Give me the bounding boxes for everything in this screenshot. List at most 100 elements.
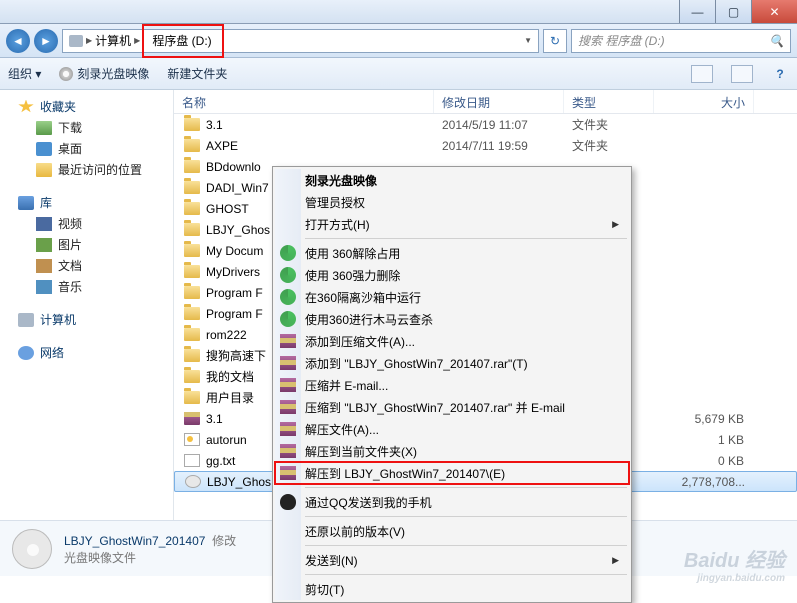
nav-computer[interactable]: 计算机 xyxy=(0,309,173,330)
preview-pane-button[interactable] xyxy=(731,65,753,83)
file-name: Program F xyxy=(206,307,263,321)
menu-item-icon xyxy=(275,378,301,392)
menu-item[interactable]: 管理员授权 xyxy=(275,191,629,213)
view-options-button[interactable] xyxy=(691,65,713,83)
nav-pictures[interactable]: 图片 xyxy=(0,234,173,255)
video-icon xyxy=(36,217,52,231)
disc-icon xyxy=(59,67,73,81)
nav-label: 音乐 xyxy=(58,278,82,295)
column-name[interactable]: 名称 xyxy=(174,90,434,113)
burn-image-button[interactable]: 刻录光盘映像 xyxy=(59,65,149,82)
file-icon xyxy=(184,265,200,278)
file-icon xyxy=(184,349,200,362)
menu-item-label: 解压文件(A)... xyxy=(301,421,629,438)
menu-item[interactable]: 发送到(N)▶ xyxy=(275,549,629,571)
context-menu: 刻录光盘映像管理员授权打开方式(H)▶ 使用 360解除占用使用 360强力删除在… xyxy=(272,166,632,603)
help-button[interactable]: ? xyxy=(771,67,789,81)
back-button[interactable]: ◄ xyxy=(6,29,30,53)
menu-separator xyxy=(305,545,627,546)
close-button[interactable]: ✕ xyxy=(751,0,797,23)
nav-downloads[interactable]: 下载 xyxy=(0,117,173,138)
nav-favorites[interactable]: 收藏夹 xyxy=(0,96,173,117)
nav-videos[interactable]: 视频 xyxy=(0,213,173,234)
menu-item[interactable]: 使用 360强力删除 xyxy=(275,264,629,286)
menu-item[interactable]: 剪切(T) xyxy=(275,578,629,600)
nav-network[interactable]: 网络 xyxy=(0,342,173,363)
file-icon xyxy=(184,307,200,320)
file-size: 1 KB xyxy=(654,433,754,447)
menu-item-label: 使用360进行木马云查杀 xyxy=(301,311,629,328)
column-size[interactable]: 大小 xyxy=(654,90,754,113)
file-icon xyxy=(184,454,200,467)
nav-recent[interactable]: 最近访问的位置 xyxy=(0,159,173,180)
toolbar: 组织 ▾ 刻录光盘映像 新建文件夹 ? xyxy=(0,58,797,90)
menu-item-label: 添加到压缩文件(A)... xyxy=(301,333,629,350)
chevron-right-icon: ▶ xyxy=(86,36,92,45)
menu-item-label: 在360隔离沙箱中运行 xyxy=(301,289,629,306)
minimize-button[interactable]: — xyxy=(679,0,715,23)
star-icon xyxy=(18,100,34,114)
file-name: AXPE xyxy=(206,139,238,153)
nav-label: 库 xyxy=(40,194,52,211)
maximize-button[interactable]: ▢ xyxy=(715,0,751,23)
file-row[interactable]: 3.12014/5/19 11:07文件夹 xyxy=(174,114,797,135)
menu-item[interactable]: 使用 360解除占用 xyxy=(275,242,629,264)
folder-icon xyxy=(36,121,52,135)
menu-item[interactable]: 刻录光盘映像 xyxy=(275,169,629,191)
menu-item[interactable]: 压缩并 E-mail... xyxy=(275,374,629,396)
file-row[interactable]: AXPE2014/7/11 19:59文件夹 xyxy=(174,135,797,156)
file-name: 我的文档 xyxy=(206,368,254,385)
column-date[interactable]: 修改日期 xyxy=(434,90,564,113)
menu-separator xyxy=(305,574,627,575)
nav-documents[interactable]: 文档 xyxy=(0,255,173,276)
breadcrumb-label: 计算机 xyxy=(95,32,131,49)
nav-desktop[interactable]: 桌面 xyxy=(0,138,173,159)
details-filetype: 光盘映像文件 xyxy=(64,549,236,566)
file-type: 文件夹 xyxy=(564,137,654,154)
nav-label: 图片 xyxy=(58,236,82,253)
nav-label: 桌面 xyxy=(58,140,82,157)
file-name: 3.1 xyxy=(206,118,223,132)
breadcrumb-drive[interactable]: 程序盘 (D:) xyxy=(146,30,217,52)
file-name: GHOST xyxy=(206,202,249,216)
nav-label: 文档 xyxy=(58,257,82,274)
file-name: rom222 xyxy=(206,328,247,342)
menu-item-icon xyxy=(275,466,301,480)
menu-item[interactable]: 压缩到 "LBJY_GhostWin7_201407.rar" 并 E-mail xyxy=(275,396,629,418)
refresh-button[interactable]: ↻ xyxy=(543,29,567,53)
breadcrumb-computer[interactable]: ▶ 计算机 ▶ xyxy=(63,30,146,52)
file-name: Program F xyxy=(206,286,263,300)
menu-item[interactable]: 解压到当前文件夹(X) xyxy=(275,440,629,462)
menu-item[interactable]: 打开方式(H)▶ xyxy=(275,213,629,235)
file-icon xyxy=(184,433,200,446)
organize-button[interactable]: 组织 ▾ xyxy=(8,65,41,82)
file-size: 0 KB xyxy=(654,454,754,468)
menu-item[interactable]: 通过QQ发送到我的手机 xyxy=(275,491,629,513)
menu-item[interactable]: 使用360进行木马云查杀 xyxy=(275,308,629,330)
search-input[interactable]: 搜索 程序盘 (D:) 🔍 xyxy=(571,29,791,53)
nav-libraries[interactable]: 库 xyxy=(0,192,173,213)
menu-item[interactable]: 在360隔离沙箱中运行 xyxy=(275,286,629,308)
nav-music[interactable]: 音乐 xyxy=(0,276,173,297)
column-type[interactable]: 类型 xyxy=(564,90,654,113)
menu-item-icon xyxy=(275,400,301,414)
file-icon xyxy=(184,286,200,299)
menu-item-icon xyxy=(275,267,301,283)
menu-item-label: 剪切(T) xyxy=(301,581,629,598)
menu-item-label: 解压到当前文件夹(X) xyxy=(301,443,629,460)
search-icon: 🔍 xyxy=(769,34,784,48)
file-icon xyxy=(184,160,200,173)
menu-item-icon xyxy=(275,311,301,327)
menu-item-label: 添加到 "LBJY_GhostWin7_201407.rar"(T) xyxy=(301,355,629,372)
menu-item[interactable]: 还原以前的版本(V) xyxy=(275,520,629,542)
menu-item[interactable]: 解压文件(A)... xyxy=(275,418,629,440)
menu-item[interactable]: 添加到压缩文件(A)... xyxy=(275,330,629,352)
menu-item-icon xyxy=(275,494,301,510)
file-icon xyxy=(184,370,200,383)
address-dropdown[interactable]: ▼ xyxy=(518,30,538,52)
menu-item[interactable]: 添加到 "LBJY_GhostWin7_201407.rar"(T) xyxy=(275,352,629,374)
menu-item[interactable]: 解压到 LBJY_GhostWin7_201407\(E) xyxy=(275,462,629,484)
address-bar[interactable]: ▶ 计算机 ▶ 程序盘 (D:) ▼ xyxy=(62,29,539,53)
new-folder-button[interactable]: 新建文件夹 xyxy=(167,65,227,82)
forward-button[interactable]: ► xyxy=(34,29,58,53)
